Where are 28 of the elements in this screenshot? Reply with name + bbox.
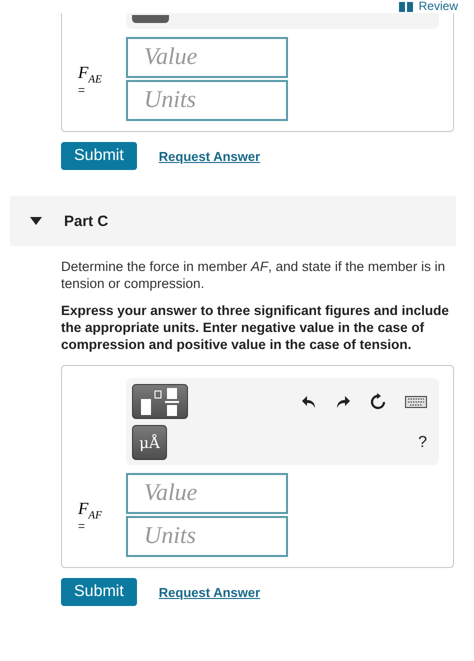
request-answer-link[interactable]: Request Answer [158,584,260,600]
instruction-text: Express your answer to three significant figures and include the appropriate units. Enter negative value in the case of compression and positive value in the case of tension. [61,302,450,353]
help-button[interactable]: ? [418,434,427,452]
toolbar-button[interactable] [132,15,169,23]
equals-sign: = [78,521,86,532]
fraction-template-icon [139,386,181,416]
value-field[interactable]: Value [126,37,288,78]
caret-icon [30,217,42,225]
submit-button[interactable]: Submit [61,578,137,606]
review-label: Review [418,0,458,13]
redo-icon[interactable] [335,394,351,410]
units-field[interactable]: Units [126,80,288,121]
submit-button[interactable]: Submit [61,142,137,170]
value-field[interactable]: Value [126,473,288,514]
units-field[interactable]: Units [126,516,288,557]
variable-label: F$_{AE}$ [78,62,103,86]
variable-label: F$_{AF}$ [78,498,103,522]
request-answer-link[interactable]: Request Answer [158,148,260,164]
equals-sign: = [78,85,86,96]
book-icon [398,2,413,12]
reset-icon[interactable] [369,392,387,410]
part-header[interactable]: Part C [10,196,456,246]
undo-icon[interactable] [301,394,317,410]
template-button[interactable] [132,384,188,419]
keyboard-icon[interactable] [405,396,427,408]
units-button[interactable]: μÅ [132,425,167,460]
question-text: Determine the force in member AF, and state if the member is in tension or compression. [61,258,446,292]
review-link[interactable]: Review [398,0,458,13]
